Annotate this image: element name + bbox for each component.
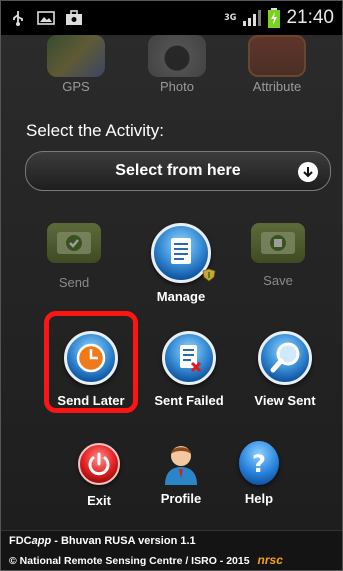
map-icon bbox=[47, 35, 105, 77]
save-label: Save bbox=[263, 273, 293, 288]
profile-button[interactable]: Profile bbox=[146, 439, 216, 506]
signal-icon bbox=[243, 10, 262, 26]
status-bar: 3G 21:40 bbox=[1, 1, 342, 35]
arrow-down-icon bbox=[298, 162, 318, 182]
battery-icon bbox=[268, 8, 281, 28]
help-label: Help bbox=[244, 491, 274, 506]
envelope-check-icon bbox=[47, 223, 101, 263]
view-sent-button[interactable]: View Sent bbox=[245, 331, 325, 408]
send-button[interactable]: Send bbox=[39, 223, 109, 290]
app-version: FDCapp - Bhuvan RUSA version 1.1 bbox=[9, 535, 196, 547]
envelope-save-icon bbox=[251, 223, 305, 263]
tag-icon bbox=[248, 35, 306, 77]
profile-label: Profile bbox=[160, 491, 202, 506]
manage-button[interactable]: Manage bbox=[141, 223, 221, 304]
usb-icon bbox=[13, 11, 23, 26]
app-screen: 3G 21:40 GPS Photo Attribute Select the … bbox=[0, 0, 343, 571]
document-error-icon bbox=[162, 331, 216, 385]
user-icon bbox=[157, 439, 205, 487]
camera-icon bbox=[148, 35, 206, 77]
clock-icon bbox=[64, 331, 118, 385]
attribute-button[interactable]: Attribute bbox=[237, 35, 317, 94]
exit-button[interactable]: Exit bbox=[69, 443, 129, 508]
footer: FDCapp - Bhuvan RUSA version 1.1 © Natio… bbox=[1, 530, 342, 570]
sent-failed-label: Sent Failed bbox=[154, 393, 224, 408]
network-type: 3G bbox=[224, 13, 237, 23]
help-button[interactable]: ? Help bbox=[229, 441, 289, 506]
svg-text:?: ? bbox=[252, 450, 266, 478]
save-button[interactable]: Save bbox=[243, 223, 313, 288]
photo-button[interactable]: Photo bbox=[137, 35, 217, 94]
nrsc-logo: nrsc bbox=[257, 553, 283, 567]
sent-failed-button[interactable]: Sent Failed bbox=[149, 331, 229, 408]
send-later-button[interactable]: Send Later bbox=[51, 331, 131, 408]
gps-label: GPS bbox=[62, 79, 90, 94]
shield-badge-icon bbox=[202, 268, 216, 282]
document-icon bbox=[151, 223, 216, 283]
send-label: Send bbox=[58, 275, 90, 290]
power-icon bbox=[78, 443, 120, 485]
attribute-label: Attribute bbox=[252, 79, 302, 94]
manage-label: Manage bbox=[156, 289, 206, 304]
image-icon bbox=[37, 11, 55, 25]
magnifier-icon bbox=[258, 331, 312, 385]
exit-label: Exit bbox=[87, 493, 111, 508]
copyright: © National Remote Sensing Centre / ISRO … bbox=[9, 553, 283, 567]
photo-label: Photo bbox=[160, 79, 194, 94]
clock: 21:40 bbox=[286, 7, 334, 28]
send-later-label: Send Later bbox=[57, 393, 125, 408]
activity-select[interactable]: Select from here bbox=[25, 151, 331, 191]
view-sent-label: View Sent bbox=[254, 393, 316, 408]
activity-label: Select the Activity: bbox=[26, 121, 164, 140]
gps-button[interactable]: GPS bbox=[36, 35, 116, 94]
activity-select-value: Select from here bbox=[115, 162, 241, 179]
help-icon: ? bbox=[239, 441, 279, 485]
top-toolbar: GPS Photo Attribute bbox=[1, 35, 342, 105]
bag-icon bbox=[66, 10, 82, 25]
